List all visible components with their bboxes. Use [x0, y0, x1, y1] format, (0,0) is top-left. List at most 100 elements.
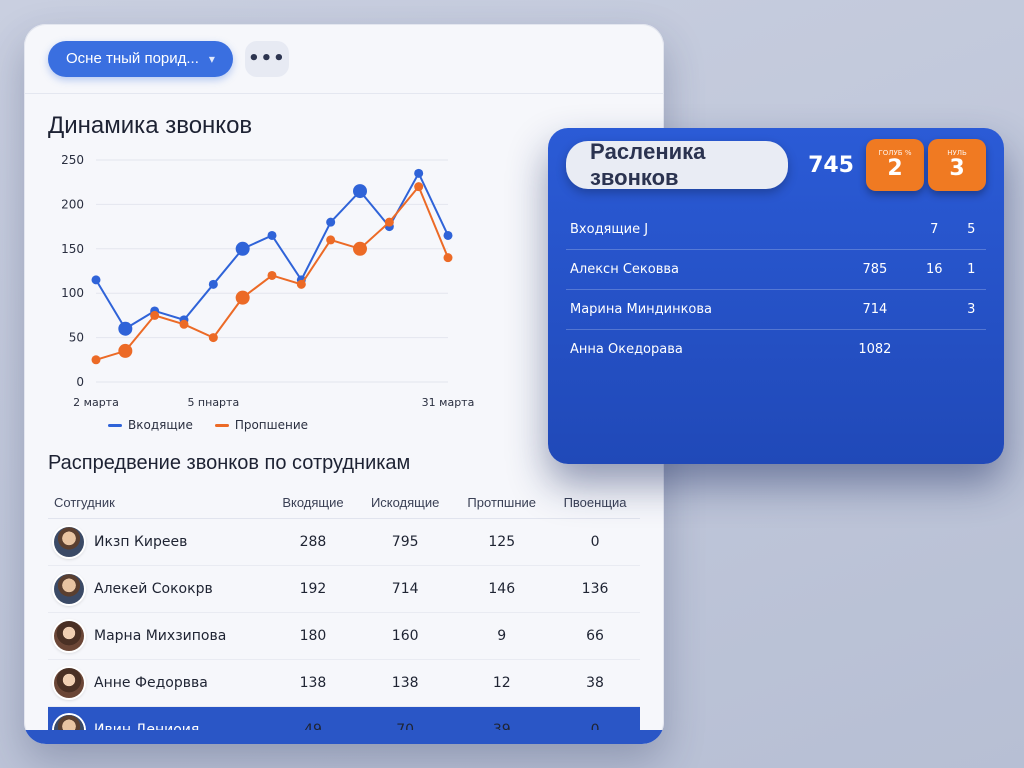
row-label: Марина Миндинкова [566, 289, 838, 330]
cell-value: 0 [550, 518, 640, 566]
data-point [443, 230, 453, 240]
cell-value [912, 330, 956, 370]
cell-value [837, 210, 913, 250]
distribution-total: 745 [808, 152, 854, 178]
avatar [54, 574, 84, 604]
cell-value: 38 [550, 659, 640, 707]
table-row[interactable]: Алекей Сококрв 192 714 146 136 [48, 565, 640, 613]
cell-value: 146 [453, 565, 551, 613]
data-point [353, 184, 367, 199]
list-item[interactable]: Алексн Сековва 785 16 1 [566, 249, 986, 290]
cell-value: 3 [956, 289, 986, 330]
y-tick-label: 200 [61, 197, 84, 211]
col-header-incoming[interactable]: Вкодящие [269, 487, 357, 519]
y-tick-label: 150 [61, 242, 84, 256]
data-point [326, 217, 336, 227]
data-point [267, 230, 277, 240]
period-filter-label: Ocне тный порид... [66, 50, 199, 67]
more-options-button[interactable]: ••• [244, 40, 289, 77]
avatar [54, 668, 84, 698]
x-tick-label: 2 марта [73, 396, 119, 409]
data-point [296, 279, 306, 289]
cell-value: 138 [269, 659, 357, 707]
data-point [414, 182, 424, 192]
x-tick-label: 31 марта [422, 396, 475, 409]
cell-value: 288 [269, 518, 357, 566]
cell-value: 9 [453, 612, 551, 660]
period-filter-button[interactable]: Ocне тный порид... ▾ [48, 40, 233, 77]
distribution-header: Pacлeникa звонков 745 ГОЛУБ % 2 НУЛЬ 3 [548, 128, 1004, 202]
data-point [91, 355, 101, 365]
cell-value: 39 [453, 706, 551, 744]
data-point [235, 241, 250, 256]
data-point [235, 290, 250, 305]
cell-value [957, 330, 987, 370]
y-tick-label: 0 [76, 375, 84, 389]
data-point [414, 168, 424, 178]
legend-item-missed[interactable]: Пропшение [214, 418, 308, 432]
y-tick-label: 100 [61, 286, 84, 300]
cell-value: 49 [269, 706, 357, 744]
col-header-missed[interactable]: Протпшние [453, 487, 551, 519]
cell-value: 136 [550, 565, 640, 613]
cell-value: 125 [453, 518, 551, 566]
y-tick-label: 250 [61, 153, 84, 167]
table-row[interactable]: Анне Федорвва 138 138 12 38 [48, 659, 640, 707]
data-point [353, 241, 367, 256]
table-row[interactable]: Икзп Киреев 288 795 125 0 [48, 518, 640, 566]
data-point [443, 253, 453, 263]
badge-value: 3 [949, 156, 965, 182]
y-tick-label: 50 [69, 331, 84, 345]
call-distribution-card: Pacлeникa звонков 745 ГОЛУБ % 2 НУЛЬ 3 В… [548, 128, 1004, 464]
data-point [179, 319, 189, 329]
cell-value: 66 [550, 612, 640, 660]
list-item[interactable]: Анна Окедорава 1082 [566, 330, 986, 370]
cell-value: 160 [356, 612, 454, 660]
table-row[interactable]: Ивин Дениоия 49 70 39 0 [48, 706, 640, 744]
list-item[interactable]: Марина Миндинкова 714 3 [566, 289, 986, 330]
cell-value: 714 [837, 289, 913, 330]
row-label: Входящие J [566, 210, 838, 250]
col-header-outgoing[interactable]: Искодящие [356, 487, 454, 519]
data-point [208, 333, 218, 343]
table-row[interactable]: Марна Михзипова 180 160 9 66 [48, 612, 640, 660]
series-line [95, 171, 449, 331]
cell-value: 12 [453, 659, 551, 707]
employee-name: Икзп Киреев [94, 534, 188, 550]
metric-badge[interactable]: ГОЛУБ % 2 [866, 139, 924, 191]
data-point [384, 217, 394, 227]
col-header-employee[interactable]: Сотгудник [48, 487, 270, 519]
cell-value: 180 [269, 612, 357, 660]
employee-name: Марна Михзипова [94, 628, 227, 644]
cell-value: 714 [356, 565, 454, 613]
cell-value: 16 [912, 249, 957, 290]
employee-name: Ивин Дениоия [94, 722, 200, 738]
cell-value: 785 [837, 249, 913, 290]
cell-value: 0 [550, 706, 640, 744]
cell-value: 795 [356, 518, 454, 566]
col-header-extra[interactable]: Пвоенщиа [550, 487, 640, 519]
data-point [208, 279, 218, 289]
avatar [54, 715, 84, 744]
row-label: Алексн Сековва [566, 249, 838, 290]
distribution-title: Pacлeникa звонков [566, 139, 789, 190]
badge-caption: ГОЛУБ % [878, 149, 912, 158]
employee-name: Анне Федорвва [94, 675, 208, 691]
data-point [91, 275, 101, 285]
staff-calls-table: Сотгудник Вкодящие Искодящие Протпшние П… [48, 487, 640, 744]
badge-group: ГОЛУБ % 2 НУЛЬ 3 [866, 139, 986, 191]
data-point [118, 343, 133, 358]
employee-name: Алекей Сококрв [94, 581, 213, 597]
avatar [54, 621, 84, 651]
cell-value: 1 [956, 249, 986, 290]
cell-value: 1082 [858, 342, 892, 357]
avatar [54, 527, 84, 557]
chevron-down-icon: ▾ [208, 51, 215, 66]
cell-value: 70 [356, 706, 454, 744]
list-item[interactable]: Входящие J 7 5 [566, 210, 986, 250]
metric-badge[interactable]: НУЛЬ 3 [928, 139, 986, 191]
cell-value: 192 [269, 565, 357, 613]
legend-item-incoming[interactable]: Вкодящие [108, 418, 193, 432]
data-point [150, 310, 160, 320]
cell-value [912, 289, 957, 330]
